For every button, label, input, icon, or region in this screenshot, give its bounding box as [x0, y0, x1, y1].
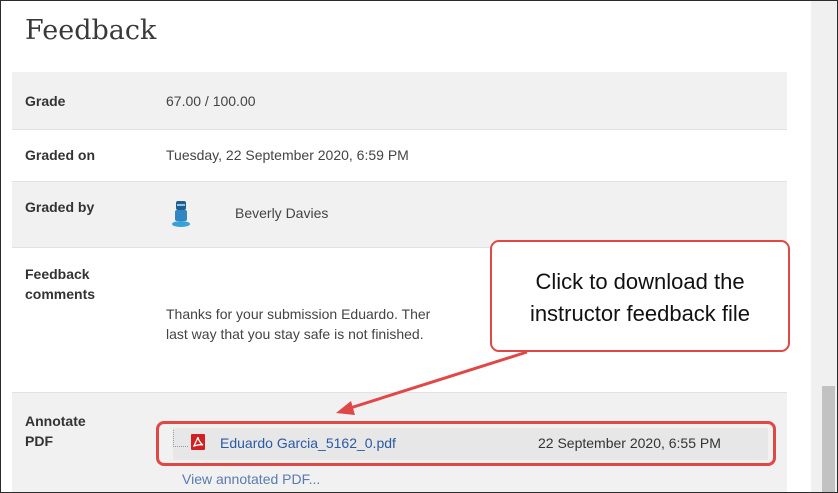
callout-arrow: [336, 350, 528, 415]
feedback-panel: Feedback Grade 67.00 / 100.00 Graded on …: [0, 0, 838, 493]
scrollbar-thumb[interactable]: [822, 386, 835, 492]
